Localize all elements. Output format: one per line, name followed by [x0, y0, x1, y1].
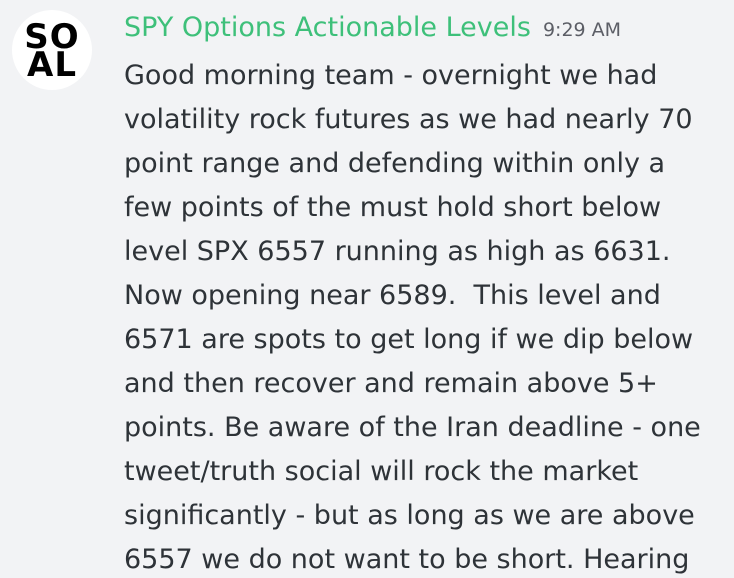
author-name[interactable]: SPY Options Actionable Levels: [124, 12, 531, 43]
avatar-logo-line-2: AL: [27, 45, 77, 85]
message-timestamp[interactable]: 9:29 AM: [543, 19, 621, 41]
message-line: point range and defending within only a: [124, 148, 666, 179]
author-avatar[interactable]: SO AL: [12, 10, 92, 90]
message-header: SPY Options Actionable Levels 9:29 AM: [124, 8, 621, 48]
message-line: significantly - but as long as we are ab…: [124, 500, 695, 531]
message-line: few points of the must hold short below: [124, 192, 662, 223]
message-line: volatility rock futures as we had nearly…: [124, 104, 693, 135]
message-line: tweet/truth social will rock the market: [124, 456, 639, 487]
message-body: Good morning team - overnight we had vol…: [124, 54, 701, 578]
message-line: and then recover and remain above 5+: [124, 368, 658, 399]
message-line: Now opening near 6589. This level and: [124, 280, 661, 311]
message-line: 6571 are spots to get long if we dip bel…: [124, 324, 694, 355]
message-line: 6557 we do not want to be short. Hearing: [124, 544, 690, 575]
message-line: points. Be aware of the Iran deadline - …: [124, 412, 701, 443]
message-line: Good morning team - overnight we had: [124, 60, 658, 91]
chat-message: SO AL SPY Options Actionable Levels 9:29 …: [0, 0, 734, 578]
message-line: level SPX 6557 running as high as 6631.: [124, 236, 671, 267]
